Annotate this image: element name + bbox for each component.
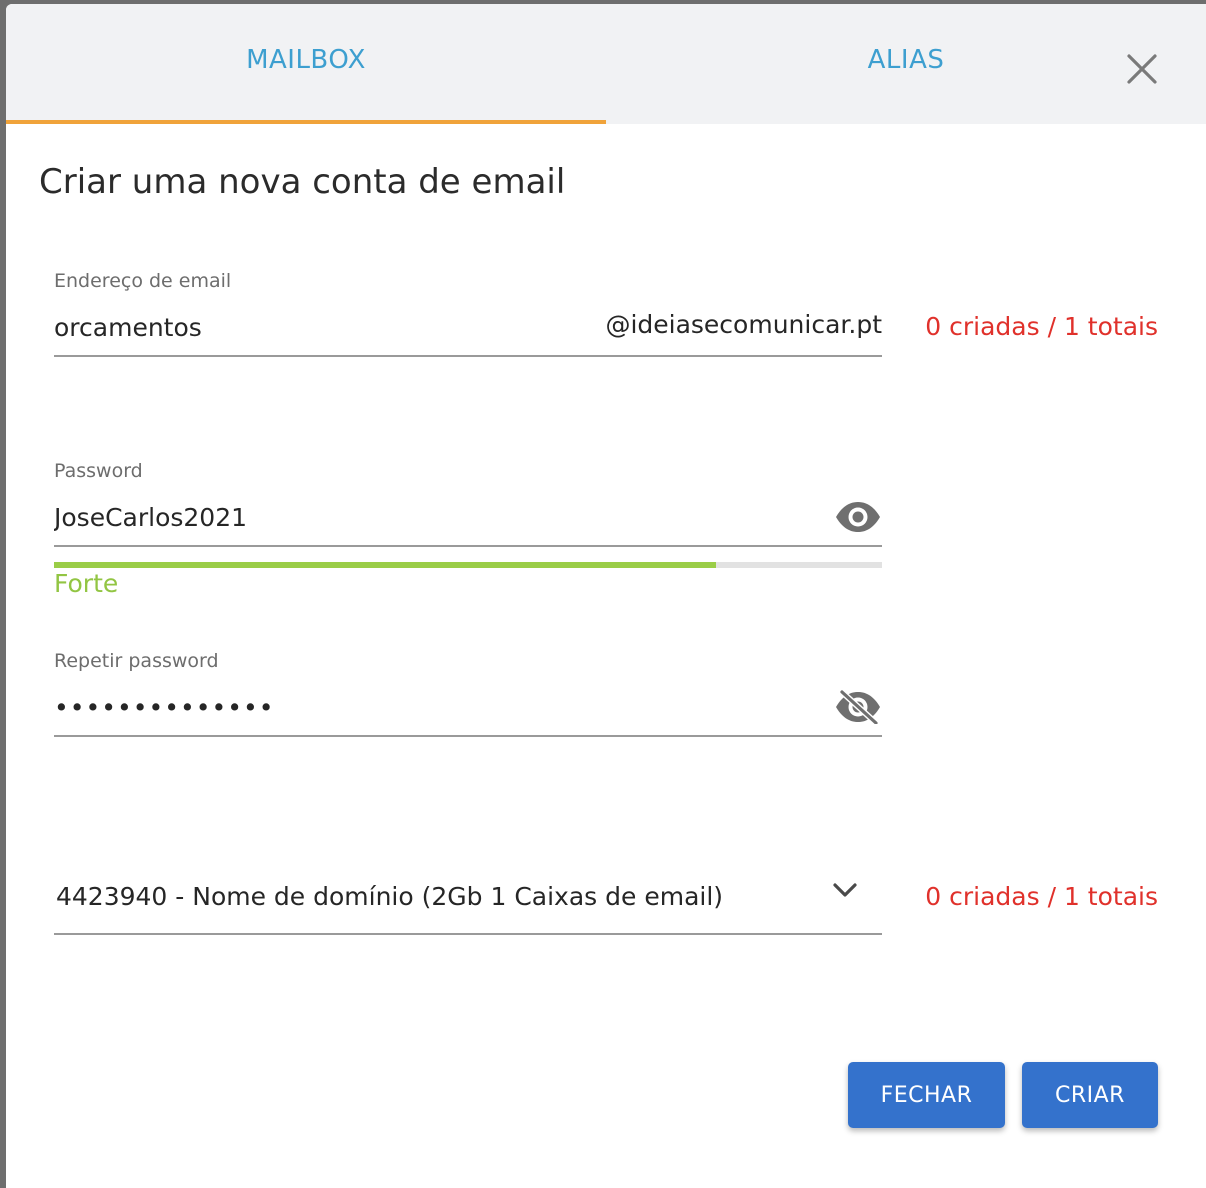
email-quota-counter: 0 criadas / 1 totais <box>925 312 1158 341</box>
plan-quota-counter: 0 criadas / 1 totais <box>925 882 1158 911</box>
email-field-underline <box>54 355 882 357</box>
password-field[interactable] <box>54 500 814 534</box>
plan-select-underline <box>54 933 882 935</box>
repeat-password-field-underline <box>54 735 882 737</box>
plan-select[interactable]: 4423940 - Nome de domínio (2Gb 1 Caixas … <box>54 864 882 934</box>
email-field[interactable] <box>54 310 574 344</box>
tab-alias[interactable]: ALIAS <box>606 4 1206 124</box>
repeat-password-field-label: Repetir password <box>54 650 219 672</box>
tab-bar: MAILBOX ALIAS <box>6 4 1206 124</box>
chevron-down-icon <box>833 883 857 897</box>
show-repeat-password-toggle[interactable] <box>834 689 882 726</box>
email-field-label: Endereço de email <box>54 270 232 292</box>
close-dialog-button[interactable]: FECHAR <box>848 1062 1005 1128</box>
tab-mailbox[interactable]: MAILBOX <box>6 4 606 124</box>
email-domain-suffix: @ideiasecomunicar.pt <box>605 310 882 339</box>
plan-select-value: 4423940 - Nome de domínio (2Gb 1 Caixas … <box>56 882 724 911</box>
eye-off-icon <box>836 689 880 726</box>
password-field-underline <box>54 545 882 547</box>
dialog-title: Criar uma nova conta de email <box>39 162 566 202</box>
tab-mailbox-label: MAILBOX <box>246 45 366 75</box>
tab-alias-label: ALIAS <box>867 45 945 75</box>
create-button[interactable]: CRIAR <box>1022 1062 1158 1128</box>
password-strength-meter <box>54 562 882 568</box>
password-strength-fill <box>54 562 717 568</box>
password-field-label: Password <box>54 460 143 482</box>
eye-icon <box>836 502 880 532</box>
create-mailbox-dialog: MAILBOX ALIAS Criar uma nova conta de em… <box>6 4 1206 1188</box>
password-strength-label: Forte <box>54 569 119 598</box>
close-button[interactable] <box>1123 50 1161 88</box>
show-password-toggle[interactable] <box>834 500 882 534</box>
active-tab-indicator <box>6 120 606 124</box>
close-icon <box>1127 54 1157 84</box>
repeat-password-field[interactable] <box>54 690 814 724</box>
